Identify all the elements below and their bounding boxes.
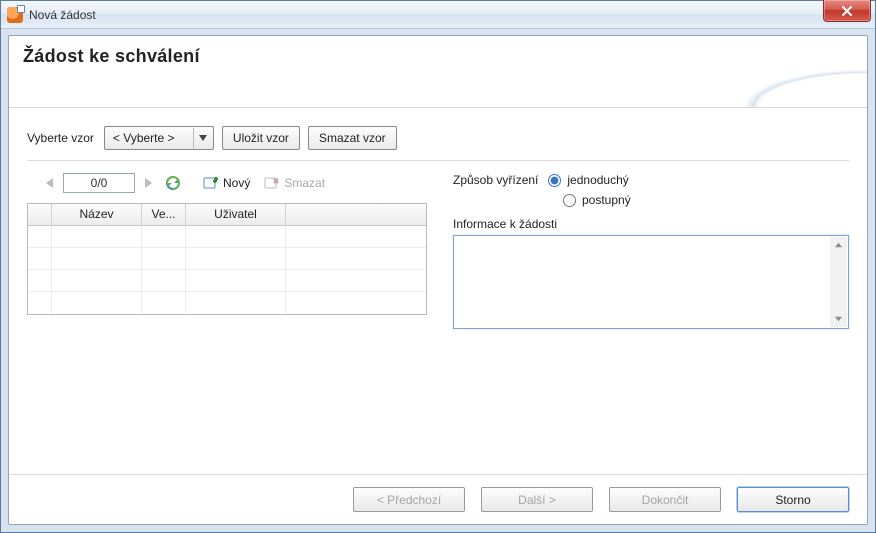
dialog-body: Žádost ke schválení Vyberte vzor < Vyber… — [8, 35, 868, 525]
radio-sequential[interactable]: postupný — [563, 193, 849, 207]
scrollbar[interactable] — [830, 237, 847, 327]
new-row-button[interactable]: Nový — [199, 173, 254, 193]
table-row[interactable] — [28, 226, 426, 248]
columns: 0/0 — [27, 173, 849, 329]
scroll-down-button[interactable] — [830, 310, 847, 327]
processing-mode-label: Způsob vyřízení — [453, 173, 538, 187]
cancel-button[interactable]: Storno — [737, 487, 849, 512]
left-column: 0/0 — [27, 173, 427, 329]
table-row[interactable] — [28, 248, 426, 270]
window: Nová žádost Žádost ke schválení Vyberte … — [0, 0, 876, 533]
window-title: Nová žádost — [29, 8, 96, 22]
refresh-button[interactable] — [165, 175, 181, 191]
delete-row-button[interactable]: Smazat — [260, 173, 329, 193]
plus-icon — [203, 175, 219, 191]
grid-body — [28, 226, 426, 314]
delete-template-button[interactable]: Smazat vzor — [308, 126, 397, 150]
nav-last-button[interactable] — [141, 174, 159, 192]
header-band: Žádost ke schválení — [9, 36, 867, 108]
grid-navigator: 0/0 — [27, 173, 427, 193]
grid-header-extra[interactable] — [286, 204, 426, 225]
radio-sequential-label: postupný — [582, 193, 631, 207]
content: Vyberte vzor < Vyberte > Uložit vzor Sma… — [9, 108, 867, 474]
grid-header-selector[interactable] — [28, 204, 52, 225]
save-template-label: Uložit vzor — [233, 131, 289, 145]
template-row: Vyberte vzor < Vyberte > Uložit vzor Sma… — [27, 126, 849, 150]
close-button[interactable] — [823, 0, 871, 22]
previous-button[interactable]: < Předchozí — [353, 487, 465, 512]
delete-template-label: Smazat vzor — [319, 131, 386, 145]
template-select[interactable]: < Vyberte > — [104, 126, 214, 150]
radio-sequential-input[interactable] — [563, 194, 576, 207]
cancel-label: Storno — [775, 493, 810, 507]
page-title: Žádost ke schválení — [23, 46, 853, 67]
right-column: Způsob vyřízení jednoduchý postupný Info… — [453, 173, 849, 329]
finish-button[interactable]: Dokončit — [609, 487, 721, 512]
grid-header-name[interactable]: Název — [52, 204, 142, 225]
divider — [27, 160, 849, 161]
titlebar: Nová žádost — [1, 1, 875, 29]
previous-label: < Předchozí — [377, 493, 441, 507]
radio-simple-label: jednoduchý — [567, 173, 628, 187]
close-icon — [841, 5, 853, 17]
template-select-value: < Vyberte > — [113, 131, 175, 145]
nav-first-button[interactable] — [39, 174, 57, 192]
app-icon — [7, 7, 23, 23]
radio-simple-input[interactable] — [548, 174, 561, 187]
radio-simple[interactable]: jednoduchý — [548, 173, 628, 187]
info-label: Informace k žádosti — [453, 217, 849, 231]
nav-page-indicator[interactable]: 0/0 — [63, 173, 135, 193]
processing-mode-row: Způsob vyřízení jednoduchý — [453, 173, 849, 187]
grid-header-version[interactable]: Ve... — [142, 204, 186, 225]
save-template-button[interactable]: Uložit vzor — [222, 126, 300, 150]
footer: < Předchozí Další > Dokončit Storno — [9, 474, 867, 524]
finish-label: Dokončit — [642, 493, 689, 507]
next-label: Další > — [518, 493, 556, 507]
info-textarea[interactable] — [453, 235, 849, 329]
table-row[interactable] — [28, 292, 426, 314]
template-label: Vyberte vzor — [27, 131, 94, 145]
grid: Název Ve... Uživatel — [27, 203, 427, 315]
scroll-up-button[interactable] — [830, 237, 847, 254]
delete-row-label: Smazat — [284, 176, 325, 190]
chevron-down-icon — [193, 128, 209, 148]
grid-header-user[interactable]: Uživatel — [186, 204, 286, 225]
grid-header: Název Ve... Uživatel — [28, 204, 426, 226]
delete-icon — [264, 175, 280, 191]
new-row-label: Nový — [223, 176, 250, 190]
table-row[interactable] — [28, 270, 426, 292]
refresh-icon — [165, 175, 181, 191]
next-button[interactable]: Další > — [481, 487, 593, 512]
